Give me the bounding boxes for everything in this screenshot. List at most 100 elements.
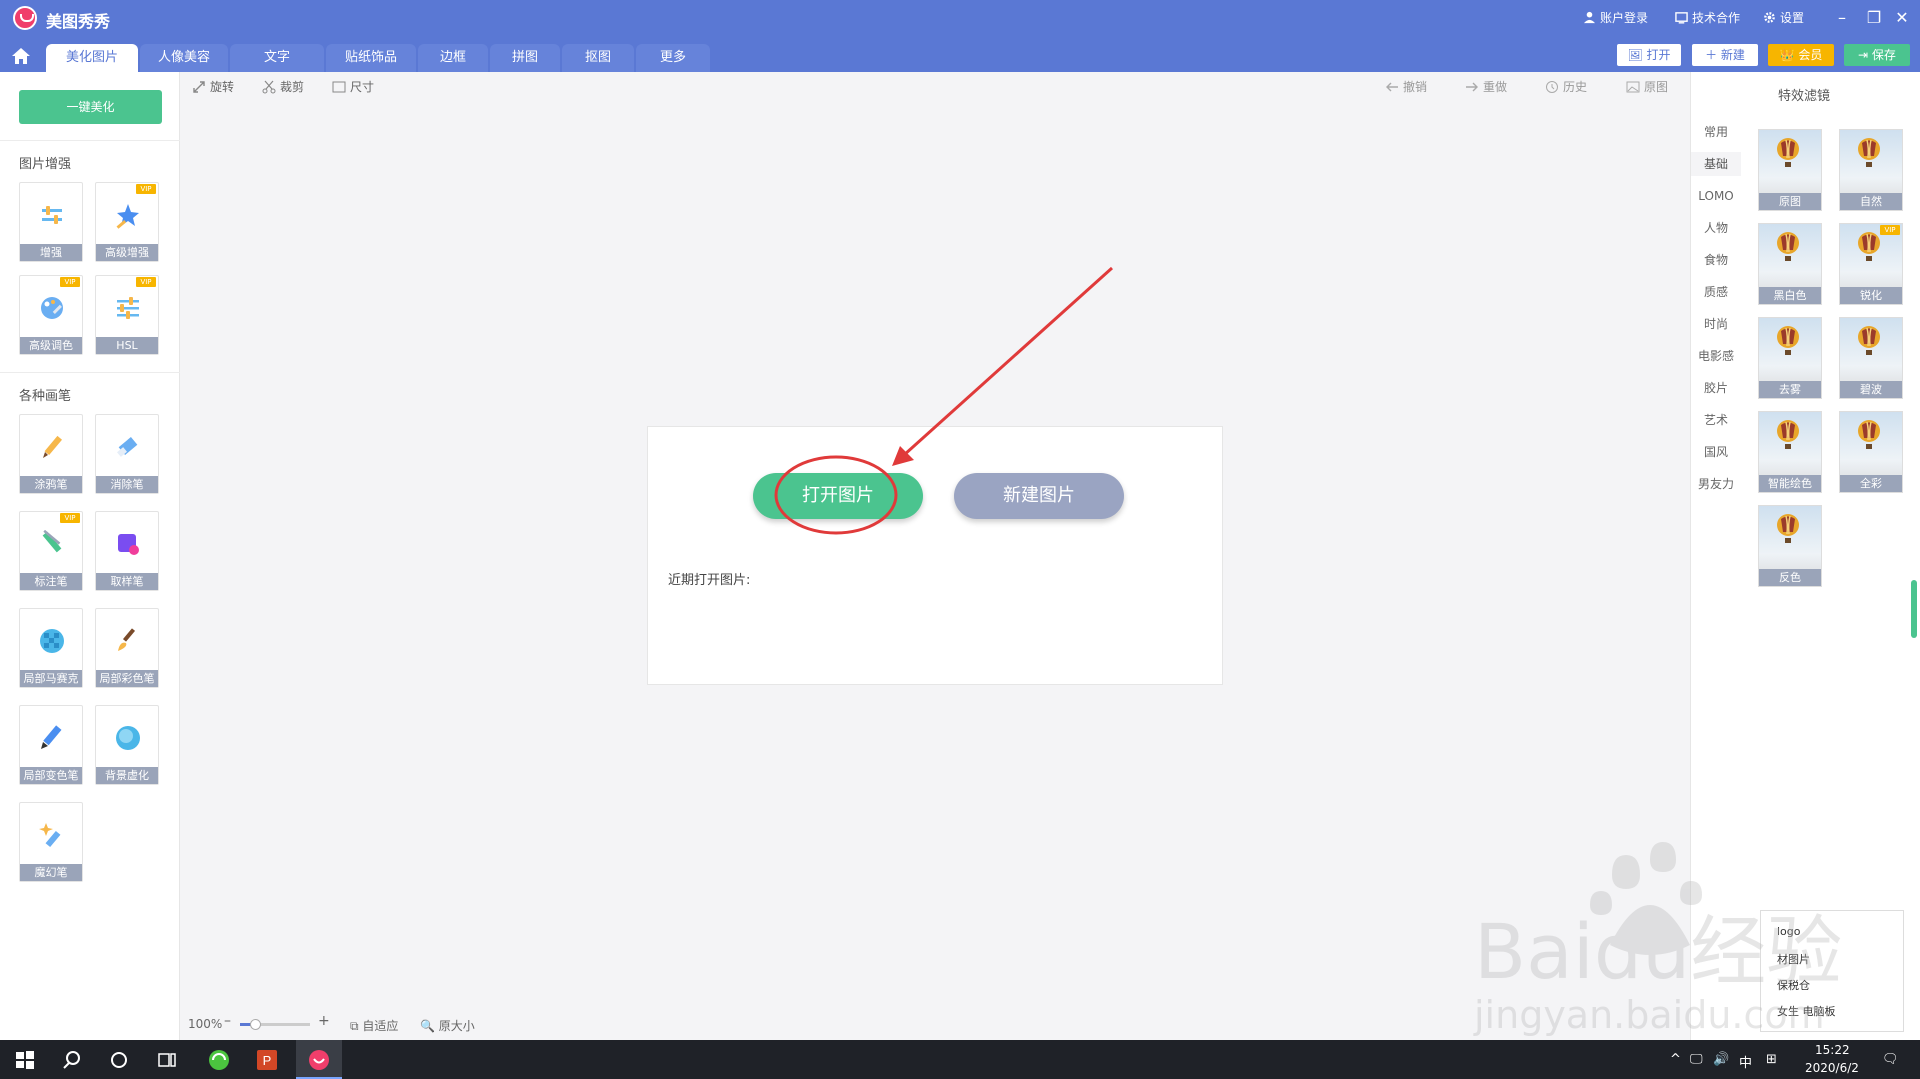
settings-button[interactable]: 设置: [1763, 9, 1804, 26]
search-icon[interactable]: [61, 1049, 83, 1071]
tool-magic-pen[interactable]: 魔幻笔: [19, 802, 83, 882]
tool-doodle-pen[interactable]: 涂鸦笔: [19, 414, 83, 494]
tool-label: 涂鸦笔: [20, 476, 82, 493]
new-image-button[interactable]: 新建图片: [954, 473, 1124, 519]
filter-thumbnail[interactable]: 反色: [1758, 505, 1822, 587]
close-icon[interactable]: ✕: [1890, 6, 1914, 30]
tab-text[interactable]: 文字: [230, 44, 324, 72]
save-button[interactable]: ⇥ 保存: [1844, 44, 1910, 66]
filter-thumbnail[interactable]: 自然: [1839, 129, 1903, 211]
ime-mode-icon[interactable]: ⊞: [1766, 1052, 1777, 1067]
cortana-icon[interactable]: [108, 1049, 130, 1071]
tray-expand-icon[interactable]: ^: [1670, 1052, 1681, 1067]
account-login-button[interactable]: 账户登录: [1583, 9, 1648, 26]
tab-borders[interactable]: 边框: [418, 44, 488, 72]
ime-indicator[interactable]: 中: [1739, 1052, 1752, 1071]
scrollbar-thumb[interactable]: [1911, 580, 1917, 638]
filter-category[interactable]: 质感: [1691, 280, 1741, 304]
windows-taskbar: [0, 1040, 1920, 1079]
filter-category[interactable]: 食物: [1691, 248, 1741, 272]
crop-button[interactable]: 裁剪: [262, 78, 304, 95]
one-click-beautify-button[interactable]: 一键美化: [19, 90, 162, 124]
vip-badge: VIP: [60, 277, 80, 287]
zoom-slider[interactable]: [240, 1019, 310, 1030]
open-button[interactable]: 🖼 打开: [1617, 44, 1681, 66]
tool-label: 标注笔: [20, 573, 82, 590]
ad-item[interactable]: 保税仓: [1777, 977, 1810, 993]
undo-button[interactable]: 撤销: [1385, 78, 1427, 95]
ad-item[interactable]: 女生 电脑板: [1777, 1003, 1836, 1019]
tool-local-color[interactable]: 局部彩色笔: [95, 608, 159, 688]
filter-category[interactable]: 常用: [1691, 120, 1741, 144]
zoom-out-icon[interactable]: –: [224, 1013, 231, 1029]
tech-cooperation-button[interactable]: 技术合作: [1675, 9, 1740, 26]
zoom-in-icon[interactable]: +: [318, 1013, 330, 1029]
filter-category[interactable]: 国风: [1691, 440, 1741, 464]
ad-item[interactable]: 材图片: [1777, 951, 1810, 967]
notification-icon[interactable]: 🗨: [1882, 1052, 1899, 1067]
tool-background-blur[interactable]: 背景虚化: [95, 705, 159, 785]
hot-air-balloon-icon: [1777, 232, 1799, 261]
volume-icon[interactable]: 🔊: [1713, 1052, 1729, 1067]
task-view-icon[interactable]: [156, 1049, 178, 1071]
clock-time[interactable]: 15:22: [1815, 1043, 1850, 1057]
ad-item[interactable]: logo: [1777, 925, 1801, 938]
history-button[interactable]: 历史: [1545, 78, 1587, 95]
filter-category[interactable]: 人物: [1691, 216, 1741, 240]
browser-app-icon[interactable]: [208, 1049, 230, 1071]
filter-category[interactable]: LOMO: [1691, 184, 1741, 208]
tool-label: 魔幻笔: [20, 864, 82, 881]
restore-icon[interactable]: ❐: [1862, 6, 1886, 30]
divider: [0, 372, 180, 373]
settings-label: 设置: [1780, 11, 1805, 25]
tool-sample-pen[interactable]: 取样笔: [95, 511, 159, 591]
blur-icon: [116, 726, 140, 750]
tool-advanced-enhance[interactable]: VIP 高级增强: [95, 182, 159, 262]
filter-thumbnail[interactable]: 智能绘色: [1758, 411, 1822, 493]
tool-local-recolor[interactable]: 局部变色笔: [19, 705, 83, 785]
tool-advanced-color[interactable]: VIP 高级调色: [19, 275, 83, 355]
network-icon[interactable]: 🖵: [1690, 1052, 1703, 1067]
filter-category[interactable]: 男友力: [1691, 472, 1741, 496]
original-button[interactable]: 原图: [1626, 78, 1668, 95]
tool-hsl[interactable]: VIP HSL: [95, 275, 159, 355]
tool-enhance[interactable]: 增强: [19, 182, 83, 262]
filter-category[interactable]: 基础: [1691, 152, 1741, 176]
tab-collage[interactable]: 拼图: [490, 44, 560, 72]
filter-category[interactable]: 电影感: [1691, 344, 1741, 368]
clock-date[interactable]: 2020/6/2: [1805, 1061, 1859, 1075]
tool-eraser-pen[interactable]: 消除笔: [95, 414, 159, 494]
filter-thumbnail[interactable]: 去雾: [1758, 317, 1822, 399]
new-button[interactable]: ＋ 新建: [1692, 44, 1758, 66]
rotate-button[interactable]: 旋转: [192, 78, 234, 95]
windows-start-icon[interactable]: [14, 1049, 36, 1071]
pencil-icon: [43, 435, 63, 458]
actual-size-button[interactable]: 🔍 原大小: [420, 1017, 475, 1034]
open-image-button[interactable]: 打开图片: [753, 473, 923, 519]
redo-button[interactable]: 重做: [1465, 78, 1507, 95]
home-icon[interactable]: [8, 44, 34, 68]
member-button[interactable]: 👑 会员: [1768, 44, 1834, 66]
tab-beautify[interactable]: 美化图片: [46, 44, 138, 72]
tool-mosaic[interactable]: 局部马赛克: [19, 608, 83, 688]
filter-category[interactable]: 时尚: [1691, 312, 1741, 336]
tab-more[interactable]: 更多: [636, 44, 710, 72]
filter-category[interactable]: 胶片: [1691, 376, 1741, 400]
filter-category[interactable]: 艺术: [1691, 408, 1741, 432]
filter-thumbnail[interactable]: 碧波: [1839, 317, 1903, 399]
filter-thumbnail[interactable]: 黑白色: [1758, 223, 1822, 305]
filter-thumbnail[interactable]: 原图: [1758, 129, 1822, 211]
filter-thumbnail[interactable]: 全彩: [1839, 411, 1903, 493]
zoom-slider-knob[interactable]: [250, 1019, 262, 1030]
size-button[interactable]: 尺寸: [332, 78, 374, 95]
ad-popup[interactable]: logo 材图片 保税仓 女生 电脑板: [1760, 910, 1904, 1032]
tool-marker-pen[interactable]: VIP 标注笔: [19, 511, 83, 591]
fit-button[interactable]: ⧉ 自适应: [350, 1017, 398, 1034]
tab-cutout[interactable]: 抠图: [562, 44, 634, 72]
tab-stickers[interactable]: 贴纸饰品: [326, 44, 416, 72]
powerpoint-app-icon[interactable]: P: [256, 1049, 278, 1071]
tab-portrait[interactable]: 人像美容: [140, 44, 228, 72]
meitu-app-icon[interactable]: [308, 1049, 330, 1071]
minimize-icon[interactable]: –: [1830, 6, 1854, 30]
filter-thumbnail[interactable]: VIP 锐化: [1839, 223, 1903, 305]
